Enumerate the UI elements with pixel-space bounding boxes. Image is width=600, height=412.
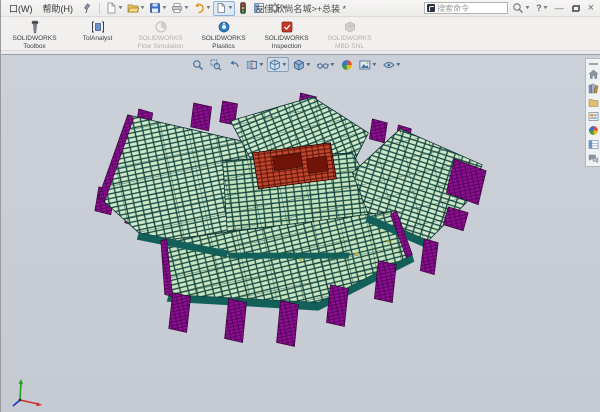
help-button[interactable]: ? ▼: [534, 1, 549, 16]
solidworks-logo-icon: [427, 4, 435, 12]
forum-chat-icon: [588, 153, 599, 164]
home-icon: [588, 69, 599, 80]
apply-scene-button[interactable]: ▼: [357, 57, 379, 72]
mbd-cube-icon: [343, 20, 357, 34]
graphics-viewport[interactable]: ▼ ▼ ▼ ▼: [1, 55, 600, 412]
close-button[interactable]: ×: [585, 2, 597, 15]
rebuild-button[interactable]: [235, 1, 251, 16]
section-view-icon: [245, 59, 257, 71]
zoom-to-fit-button[interactable]: [189, 57, 205, 72]
print-button[interactable]: ▼: [169, 1, 191, 16]
save-disk-icon: [149, 2, 161, 14]
addin-flow-simulation: SOLIDWORKS Flow Simulation: [129, 18, 192, 50]
orientation-triad: [8, 376, 46, 408]
search-input[interactable]: [437, 4, 505, 13]
screw-icon: [28, 20, 42, 34]
addins-toolbar: SOLIDWORKS Toolbox TolAnalyst SOLIDWORKS…: [1, 17, 600, 50]
printer-icon: [171, 2, 183, 14]
menu-help[interactable]: 帮助(H): [38, 1, 79, 16]
view-palette-icon: [588, 111, 599, 122]
selection-filter-button[interactable]: ▼: [213, 1, 235, 16]
tab-file-explorer[interactable]: [587, 96, 599, 108]
search-button[interactable]: ▼: [510, 1, 532, 16]
title-bar: 口(W) 帮助(H) ▼ ▼ ▼: [1, 0, 600, 17]
addin-tolanalyst[interactable]: TolAnalyst: [66, 18, 129, 50]
inspection-badge-icon: [280, 20, 294, 34]
gear-icon: [269, 2, 281, 14]
books-icon: [588, 83, 599, 94]
properties-panel-icon: [588, 139, 599, 150]
menu-window[interactable]: 口(W): [4, 1, 38, 16]
tab-view-palette[interactable]: [587, 110, 599, 122]
undo-button[interactable]: ▼: [191, 1, 213, 16]
addin-inspection[interactable]: SOLIDWORKS Inspection: [255, 18, 318, 50]
file-properties-icon: [253, 2, 265, 14]
previous-view-icon: [227, 59, 239, 71]
open-button[interactable]: ▼: [125, 1, 147, 16]
view-orientation-button[interactable]: ▼: [267, 57, 289, 72]
command-search: [424, 2, 508, 14]
file-properties-button[interactable]: [251, 1, 267, 16]
task-pane-tabs: [585, 58, 600, 167]
flow-fan-icon: [154, 20, 168, 34]
open-folder-icon: [127, 2, 139, 14]
previous-view-button[interactable]: [225, 57, 241, 72]
addin-solidworks-toolbox[interactable]: SOLIDWORKS Toolbox: [3, 18, 66, 50]
edit-appearance-button[interactable]: [339, 57, 355, 72]
menu-pin-icon[interactable]: [82, 3, 92, 14]
folder-icon: [588, 97, 599, 108]
save-button[interactable]: ▼: [147, 1, 169, 16]
appearance-ball-icon: [341, 59, 353, 71]
tab-custom-properties[interactable]: [587, 138, 599, 150]
headsup-view-toolbar: ▼ ▼ ▼ ▼: [189, 57, 403, 72]
help-label: ?: [536, 3, 542, 13]
tab-design-library[interactable]: [587, 82, 599, 94]
scene-image-icon: [359, 59, 371, 71]
display-style-icon: [293, 59, 305, 71]
selection-filter-icon: [215, 2, 227, 14]
tab-solidworks-forum[interactable]: [587, 152, 599, 164]
formwork-assembly-model[interactable]: [1, 55, 600, 412]
appearances-ball-icon: [588, 125, 599, 136]
tab-appearances-scenes[interactable]: [587, 124, 599, 136]
view-settings-button[interactable]: ▼: [381, 57, 403, 72]
view-cube-icon: [269, 59, 281, 71]
toolbar-separator: [99, 3, 100, 14]
zoom-to-area-icon: [209, 59, 221, 71]
solidworks-window: 口(W) 帮助(H) ▼ ▼ ▼: [0, 0, 600, 412]
undo-arrow-icon: [193, 2, 205, 14]
display-style-button[interactable]: ▼: [291, 57, 313, 72]
minimize-button[interactable]: —: [552, 2, 567, 15]
tolerance-brackets-icon: [91, 20, 105, 34]
options-button[interactable]: ▼: [267, 1, 289, 16]
zoom-to-fit-icon: [191, 59, 203, 71]
traffic-light-icon: [237, 2, 249, 14]
hide-show-items-button[interactable]: ▼: [315, 57, 337, 72]
restore-button[interactable]: [572, 5, 580, 12]
zoom-to-area-button[interactable]: [207, 57, 223, 72]
new-document-button[interactable]: ▼: [103, 1, 125, 16]
plastics-gear-icon: [217, 20, 231, 34]
task-pane-collapse-handle[interactable]: [589, 61, 598, 65]
addin-plastics[interactable]: SOLIDWORKS Plastics: [192, 18, 255, 50]
glasses-icon: [317, 59, 329, 71]
addin-mbd-snl: SOLIDWORKS MBD SNL: [318, 18, 381, 50]
section-view-button[interactable]: ▼: [243, 57, 265, 72]
search-magnifier-icon: [512, 2, 524, 14]
tab-solidworks-resources[interactable]: [587, 68, 599, 80]
eye-icon: [383, 59, 395, 71]
new-document-icon: [105, 2, 117, 14]
